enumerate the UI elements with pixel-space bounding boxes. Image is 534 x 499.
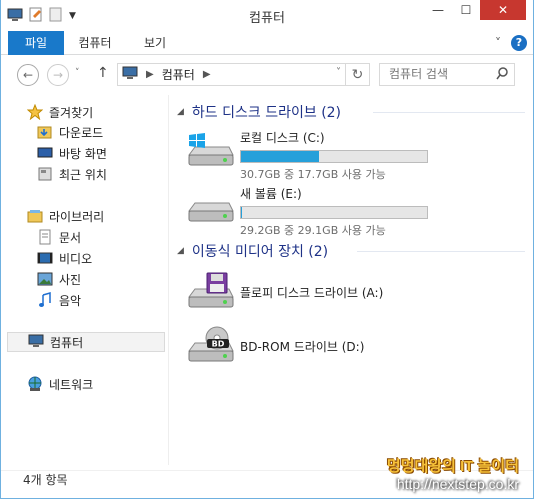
drive-size: 29.2GB 중 29.1GB 사용 가능 [240, 224, 386, 237]
recent-locations-icon[interactable]: ˅ [75, 68, 80, 78]
watermark-title: 멍멍대왕의 IT 놀이터 [386, 458, 519, 475]
drive-name: 새 볼륨 (E:) [240, 187, 302, 201]
drive-name: BD-ROM 드라이브 (D:) [240, 340, 365, 354]
group-title: 이동식 미디어 장치 (2) [191, 244, 329, 260]
ribbon-tabs: 파일 컴퓨터 보기 ˅ ? [1, 31, 533, 55]
drive-size: 30.7GB 중 17.7GB 사용 가능 [240, 168, 386, 181]
star-icon [26, 103, 44, 121]
libraries-icon [27, 208, 43, 224]
group-divider [373, 112, 525, 113]
nav-libraries[interactable]: 라이브러리 [27, 206, 193, 226]
nav-favorites[interactable]: 즐겨찾기 [26, 102, 193, 122]
search-placeholder: 컴퓨터 검색 [389, 67, 449, 81]
address-bar[interactable]: ▶ 컴퓨터 ▶ ˅ ↻ [117, 63, 370, 86]
nav-network[interactable]: 네트워크 [27, 374, 193, 394]
computer-icon [122, 66, 138, 83]
nav-label: 음악 [59, 293, 82, 308]
search-icon[interactable] [496, 66, 508, 87]
nav-label: 사진 [59, 272, 82, 287]
minimize-button[interactable]: — [424, 0, 452, 20]
nav-label: 바탕 화면 [59, 146, 107, 161]
watermark-url: http://nextstep.co.kr [396, 476, 519, 492]
content-pane: ◢ 하드 디스크 드라이브 (2) 로컬 디스크 (C:) 30.7GB 중 1… [171, 95, 531, 465]
windows-drive-icon [185, 129, 237, 169]
watermark: 멍멍대왕의 IT 놀이터 http://nextstep.co.kr [387, 455, 519, 492]
expand-ribbon-icon[interactable]: ˅ [495, 36, 501, 50]
item-count: 4개 항목 [23, 473, 68, 487]
bd-rom-drive-icon: BD [185, 325, 237, 365]
drive-name: 플로피 디스크 드라이브 (A:) [240, 286, 384, 300]
network-icon [27, 376, 43, 392]
videos-icon [37, 250, 53, 266]
usage-bar-fill [241, 151, 320, 162]
svg-text:BD: BD [212, 340, 225, 349]
nav-label: 비디오 [59, 251, 93, 266]
drive-info: 새 볼륨 (E:) 29.2GB 중 29.1GB 사용 가능 [240, 185, 428, 238]
breadcrumb-separator-icon[interactable]: ▶ [146, 69, 154, 80]
drive-e[interactable]: 새 볼륨 (E:) 29.2GB 중 29.1GB 사용 가능 [185, 185, 525, 237]
group-header-hdd[interactable]: ◢ 하드 디스크 드라이브 (2) [177, 102, 341, 122]
floppy-drive-icon [185, 271, 237, 311]
nav-label: 컴퓨터 [50, 335, 84, 350]
navigation-pane: 즐겨찾기 다운로드 바탕 화면 최근 위치 라이브러리 문서 비디오 사진 음악… [1, 95, 169, 465]
collapse-icon[interactable]: ◢ [177, 107, 184, 117]
recent-places-icon [37, 166, 53, 182]
documents-icon [37, 229, 53, 245]
drive-name: 로컬 디스크 (C:) [240, 131, 325, 145]
group-title: 하드 디스크 드라이브 (2) [191, 105, 342, 121]
nav-label: 문서 [59, 230, 82, 245]
nav-label: 네트워크 [49, 377, 94, 392]
help-icon[interactable]: ? [511, 35, 527, 51]
explorer-window: ▼ 컴퓨터 — ☐ ✕ 파일 컴퓨터 보기 ˅ ? ← → ˅ ↑ ▶ 컴퓨터 … [1, 0, 533, 498]
collapse-icon[interactable]: ◢ [177, 246, 184, 256]
title-bar: ▼ 컴퓨터 — ☐ ✕ [1, 0, 533, 31]
window-controls: — ☐ ✕ [424, 0, 526, 20]
usage-bar [240, 206, 428, 219]
nav-label: 다운로드 [59, 125, 104, 140]
nav-computer[interactable]: 컴퓨터 [7, 332, 165, 352]
desktop-icon [37, 145, 53, 161]
ribbon-controls: ˅ ? [495, 35, 527, 51]
group-divider [357, 251, 525, 252]
usage-bar [240, 150, 428, 163]
window-frame: ▼ 컴퓨터 — ☐ ✕ 파일 컴퓨터 보기 ˅ ? ← → ˅ ↑ ▶ 컴퓨터 … [0, 0, 534, 499]
computer-icon [28, 334, 44, 350]
tab-file[interactable]: 파일 [8, 31, 64, 55]
tab-view[interactable]: 보기 [133, 31, 177, 55]
drive-info: BD-ROM 드라이브 (D:) [240, 338, 364, 355]
forward-button[interactable]: → [47, 64, 69, 86]
navigation-bar: ← → ˅ ↑ ▶ 컴퓨터 ▶ ˅ ↻ 컴퓨터 검색 [1, 58, 533, 92]
drive-a[interactable]: 플로피 디스크 드라이브 (A:) [185, 271, 525, 315]
nav-label: 라이브러리 [49, 209, 105, 224]
drive-info: 로컬 디스크 (C:) 30.7GB 중 17.7GB 사용 가능 [240, 129, 428, 182]
address-dropdown-icon[interactable]: ˅ [336, 67, 341, 78]
pictures-icon [37, 271, 53, 287]
drive-d[interactable]: BD BD-ROM 드라이브 (D:) [185, 325, 525, 369]
drive-info: 플로피 디스크 드라이브 (A:) [240, 284, 383, 301]
search-input[interactable]: 컴퓨터 검색 [379, 63, 515, 86]
refresh-button[interactable]: ↻ [345, 64, 369, 85]
music-icon [37, 292, 53, 308]
nav-label: 최근 위치 [59, 167, 107, 182]
tab-computer[interactable]: 컴퓨터 [71, 31, 119, 55]
downloads-folder-icon [37, 124, 53, 140]
breadcrumb[interactable]: 컴퓨터 [162, 66, 195, 83]
drive-c[interactable]: 로컬 디스크 (C:) 30.7GB 중 17.7GB 사용 가능 [185, 129, 525, 181]
group-header-removable[interactable]: ◢ 이동식 미디어 장치 (2) [177, 241, 328, 261]
up-button[interactable]: ↑ [97, 65, 109, 81]
usage-bar-fill [241, 207, 242, 218]
maximize-button[interactable]: ☐ [452, 0, 480, 20]
close-button[interactable]: ✕ [480, 0, 526, 20]
nav-label: 즐겨찾기 [49, 105, 94, 120]
hard-drive-icon [185, 185, 237, 225]
breadcrumb-separator-icon[interactable]: ▶ [203, 69, 211, 80]
back-button[interactable]: ← [17, 64, 39, 86]
